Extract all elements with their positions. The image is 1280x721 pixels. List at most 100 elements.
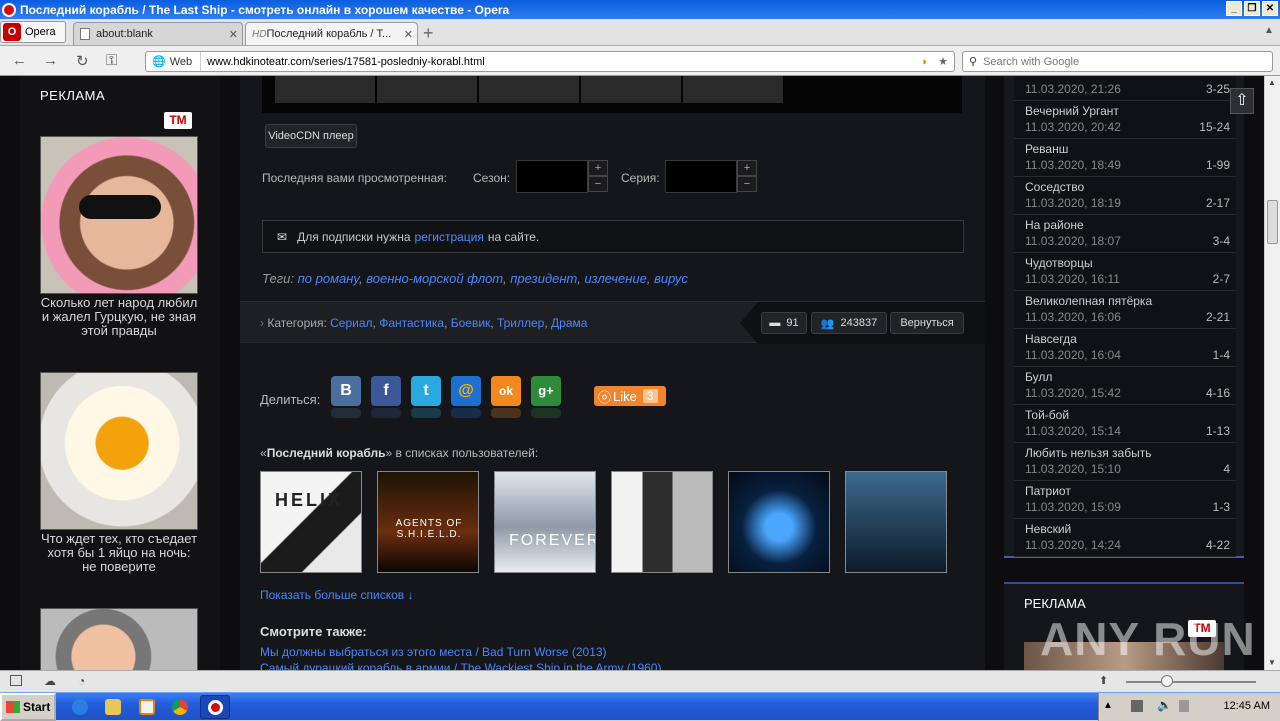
page-scrollbar[interactable]: ▲ ▼	[1264, 76, 1280, 670]
episode-stepper[interactable]: + −	[737, 160, 757, 193]
web-badge[interactable]: 🌐 Web	[146, 52, 202, 71]
minus-icon[interactable]: −	[588, 176, 608, 192]
googleplus-share-icon[interactable]: g+	[531, 376, 561, 406]
ad-image-woman[interactable]	[40, 136, 198, 294]
new-tab-button[interactable]: +	[423, 23, 434, 44]
category-link[interactable]: Боевик	[451, 316, 491, 330]
update-item[interactable]: Патриот 11.03.2020, 15:09 1-3	[1014, 481, 1236, 519]
address-field[interactable]: 🌐 Web www.hdkinoteatr.com/series/17581-p…	[145, 51, 955, 72]
key-icon[interactable]: ⚿	[106, 52, 117, 69]
category-link[interactable]: Сериал	[330, 316, 372, 330]
plus-icon[interactable]: +	[737, 160, 757, 176]
list-poster-tomorrow-people[interactable]	[845, 471, 947, 573]
tag-link[interactable]: вирус	[654, 271, 688, 286]
close-tab-icon[interactable]: ✕	[229, 28, 238, 41]
scroll-down-arrow-icon[interactable]: ▼	[1268, 658, 1276, 667]
season-input[interactable]	[516, 160, 588, 193]
register-link[interactable]: регистрация	[415, 230, 484, 244]
tag-link[interactable]: по роману	[298, 271, 359, 286]
tray-app-icon[interactable]	[1179, 700, 1189, 712]
forward-icon[interactable]: →	[43, 52, 58, 69]
player-cell[interactable]	[377, 76, 477, 103]
update-item[interactable]: 11.03.2020, 21:26 3-25	[1014, 76, 1236, 101]
zoom-slider-track[interactable]	[1126, 681, 1256, 683]
tag-link[interactable]: излечение	[584, 271, 646, 286]
scrollbar-thumb[interactable]	[1267, 200, 1278, 244]
minimize-button[interactable]: _	[1226, 1, 1242, 16]
rss-icon[interactable]: ◗	[921, 56, 928, 68]
media-player-icon[interactable]	[139, 699, 155, 715]
views-counter[interactable]: 👥 243837	[811, 312, 887, 334]
update-item[interactable]: Вечерний Ургант 11.03.2020, 20:42 15-24	[1014, 101, 1236, 139]
see-also-link[interactable]: Самый дурацкий корабль в армии / The Wac…	[260, 661, 661, 670]
start-button[interactable]: Start	[0, 693, 56, 721]
list-poster-forever[interactable]: FOREVER	[494, 471, 596, 573]
odnoklassniki-share-icon[interactable]: ok	[491, 376, 521, 406]
zoom-slider-knob[interactable]	[1161, 675, 1173, 687]
restore-button[interactable]: ❐	[1244, 1, 1260, 16]
ad-caption[interactable]: Сколько лет народ любил и жалел Гурцкую,…	[40, 296, 198, 338]
facebook-share-icon[interactable]: f	[371, 376, 401, 406]
update-item[interactable]: Любить нельзя забыть 11.03.2020, 15:10 4	[1014, 443, 1236, 481]
minus-icon[interactable]: −	[737, 176, 757, 192]
close-button[interactable]: ✕	[1262, 1, 1278, 16]
ad-image-third[interactable]	[40, 608, 198, 670]
search-field[interactable]: ⚲ Search with Google	[962, 51, 1273, 72]
comments-counter[interactable]: ▬ 91	[761, 312, 807, 334]
bookmark-star-icon[interactable]: ★	[938, 55, 948, 68]
player-cell[interactable]	[581, 76, 681, 103]
update-item[interactable]: Булл 11.03.2020, 15:42 4-16	[1014, 367, 1236, 405]
tag-link[interactable]: военно-морской флот	[366, 271, 503, 286]
update-item[interactable]: Той-бой 11.03.2020, 15:14 1-13	[1014, 405, 1236, 443]
scroll-up-arrow-icon[interactable]: ▲	[1268, 78, 1276, 87]
show-more-lists-link[interactable]: Показать больше списков ↓	[260, 588, 414, 602]
scroll-to-top-icon[interactable]: ⇧	[1230, 88, 1254, 114]
tab-about-blank[interactable]: about:blank ✕	[73, 22, 243, 45]
reload-icon[interactable]: ↻	[76, 52, 89, 70]
panel-toggle-icon[interactable]	[10, 675, 22, 686]
vk-share-icon[interactable]: B	[331, 376, 361, 406]
category-link[interactable]: Триллер	[497, 316, 544, 330]
update-item[interactable]: Чудотворцы 11.03.2020, 16:11 2-7	[1014, 253, 1236, 291]
category-link[interactable]: Фантастика	[379, 316, 444, 330]
volume-icon[interactable]: 🔈	[1157, 698, 1172, 712]
folder-icon[interactable]	[105, 699, 121, 715]
back-button[interactable]: Вернуться	[890, 312, 964, 334]
list-poster-scifi[interactable]	[728, 471, 830, 573]
ie-icon[interactable]	[72, 699, 88, 715]
list-poster-almost-human[interactable]	[611, 471, 713, 573]
category-link[interactable]: Драма	[551, 316, 587, 330]
ok-like-button[interactable]: ⓞ Like 3	[594, 386, 666, 406]
close-tab-icon[interactable]: ✕	[404, 28, 413, 41]
update-item[interactable]: Реванш 11.03.2020, 18:49 1-99	[1014, 139, 1236, 177]
back-icon[interactable]: ←	[12, 52, 27, 69]
turbo-icon[interactable]: ☁	[44, 674, 56, 688]
episode-input[interactable]	[665, 160, 737, 193]
ad-image-egg[interactable]	[40, 372, 198, 530]
player-cell[interactable]	[275, 76, 375, 103]
tray-expand-icon[interactable]: ▲	[1103, 700, 1113, 711]
opera-menu-button[interactable]: O Opera	[0, 21, 66, 43]
tab-last-ship[interactable]: HD Последний корабль / Т... ✕	[245, 22, 418, 45]
list-poster-shield[interactable]: AGENTS OF S.H.I.E.L.D.	[377, 471, 479, 573]
speed-dial-icon[interactable]: ◔	[78, 674, 85, 688]
player-cell[interactable]	[683, 76, 783, 103]
update-item[interactable]: Невский 11.03.2020, 14:24 4-22	[1014, 519, 1236, 557]
ad-caption[interactable]: Что ждет тех, кто съедает хотя бы 1 яйцо…	[40, 532, 198, 574]
update-item[interactable]: Соседство 11.03.2020, 18:19 2-17	[1014, 177, 1236, 215]
player-cell[interactable]	[479, 76, 579, 103]
network-icon[interactable]	[1131, 700, 1143, 712]
chrome-icon[interactable]	[172, 699, 188, 715]
videocdn-player-button[interactable]: VideoCDN плеер	[265, 124, 357, 148]
view-icon[interactable]: ⬆	[1099, 674, 1108, 687]
opera-task-button[interactable]	[200, 695, 230, 719]
plus-icon[interactable]: +	[588, 160, 608, 176]
update-item[interactable]: Великолепная пятёрка 11.03.2020, 16:06 2-2…	[1014, 291, 1236, 329]
list-poster-helix[interactable]: HELIX	[260, 471, 362, 573]
update-item[interactable]: На районе 11.03.2020, 18:07 3-4	[1014, 215, 1236, 253]
twitter-share-icon[interactable]: t	[411, 376, 441, 406]
tab-menu-icon[interactable]: ▲	[1264, 25, 1274, 36]
see-also-link[interactable]: Мы должны выбраться из этого места / Bad…	[260, 645, 607, 659]
update-item[interactable]: Навсегда 11.03.2020, 16:04 1-4	[1014, 329, 1236, 367]
tag-link[interactable]: президент	[510, 271, 577, 286]
